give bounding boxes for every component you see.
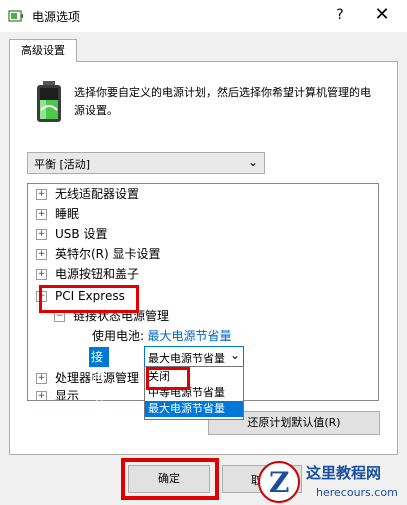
pci-express-highlight-box — [39, 285, 139, 313]
window-title: 电源选项 — [32, 10, 81, 24]
tree-item-sleep[interactable]: + 睡眠 — [36, 204, 79, 224]
watermark-logo-icon: Z — [258, 461, 300, 503]
watermark-url: herecours.com — [316, 486, 398, 499]
expand-icon[interactable]: + — [36, 372, 47, 384]
tree-item-label: 电源按钮和盖子 — [55, 267, 140, 281]
expand-icon[interactable]: + — [36, 268, 47, 280]
dropdown-option-maximum[interactable]: 最大电源节省量 — [145, 401, 243, 417]
tree-item-on-battery[interactable]: 使用电池: 最大电源节省量 — [92, 326, 232, 346]
plugged-in-value: 最大电源节省量 — [148, 352, 225, 365]
chevron-down-icon: ⌄ — [247, 155, 258, 169]
plugged-in-select[interactable]: 最大电源节省量 ⌄ — [144, 346, 244, 368]
battery-setting-label: 使用电池: — [92, 329, 145, 343]
expand-icon[interactable]: + — [36, 228, 47, 240]
tree-item-wireless[interactable]: + 无线适配器设置 — [36, 184, 139, 204]
off-option-highlight-box — [146, 367, 190, 390]
ok-highlight-box — [121, 458, 219, 500]
tree-item-intel-graphics[interactable]: + 英特尔(R) 显卡设置 — [36, 244, 161, 264]
tab-label: 高级设置 — [21, 44, 65, 57]
tree-item-label: 无线适配器设置 — [55, 187, 140, 201]
expand-icon[interactable]: + — [36, 188, 47, 200]
tab-advanced-settings[interactable]: 高级设置 — [9, 39, 77, 62]
tree-item-label: 显示 — [55, 389, 80, 401]
tree-item-label: 睡眠 — [55, 207, 80, 221]
tree-item-label: USB 设置 — [55, 227, 108, 241]
chevron-down-icon: ⌄ — [229, 348, 240, 362]
battery-icon — [37, 81, 61, 122]
tree-item-display[interactable]: + 显示 — [36, 386, 80, 401]
expand-icon[interactable]: + — [36, 390, 47, 400]
help-button[interactable]: ? — [328, 4, 352, 26]
expand-icon[interactable]: + — [36, 208, 47, 220]
description-text: 选择你要自定义的电源计划，然后选择你希望计算机管理的电源设置。 — [74, 86, 371, 117]
expand-icon[interactable]: + — [36, 248, 47, 260]
power-plan-value: 平衡 [活动] — [34, 158, 91, 171]
tree-item-processor[interactable]: +处理器电源管理 — [36, 368, 139, 388]
tree-item-label: 英特尔(R) 显卡设置 — [55, 247, 161, 261]
close-button[interactable]: ✕ — [370, 4, 394, 26]
tree-item-usb[interactable]: + USB 设置 — [36, 224, 107, 244]
watermark: Z 这里教程网 herecours.com — [258, 456, 407, 505]
plugged-in-label: 接通电源: — [89, 347, 110, 424]
power-plan-select[interactable]: 平衡 [活动] ⌄ — [27, 152, 265, 174]
tree-item-power-buttons[interactable]: + 电源按钮和盖子 — [36, 264, 139, 284]
power-options-icon — [8, 10, 23, 22]
watermark-logo-letter: Z — [269, 466, 290, 499]
watermark-title: 这里教程网 — [306, 464, 382, 482]
battery-setting-value[interactable]: 最大电源节省量 — [148, 329, 232, 343]
